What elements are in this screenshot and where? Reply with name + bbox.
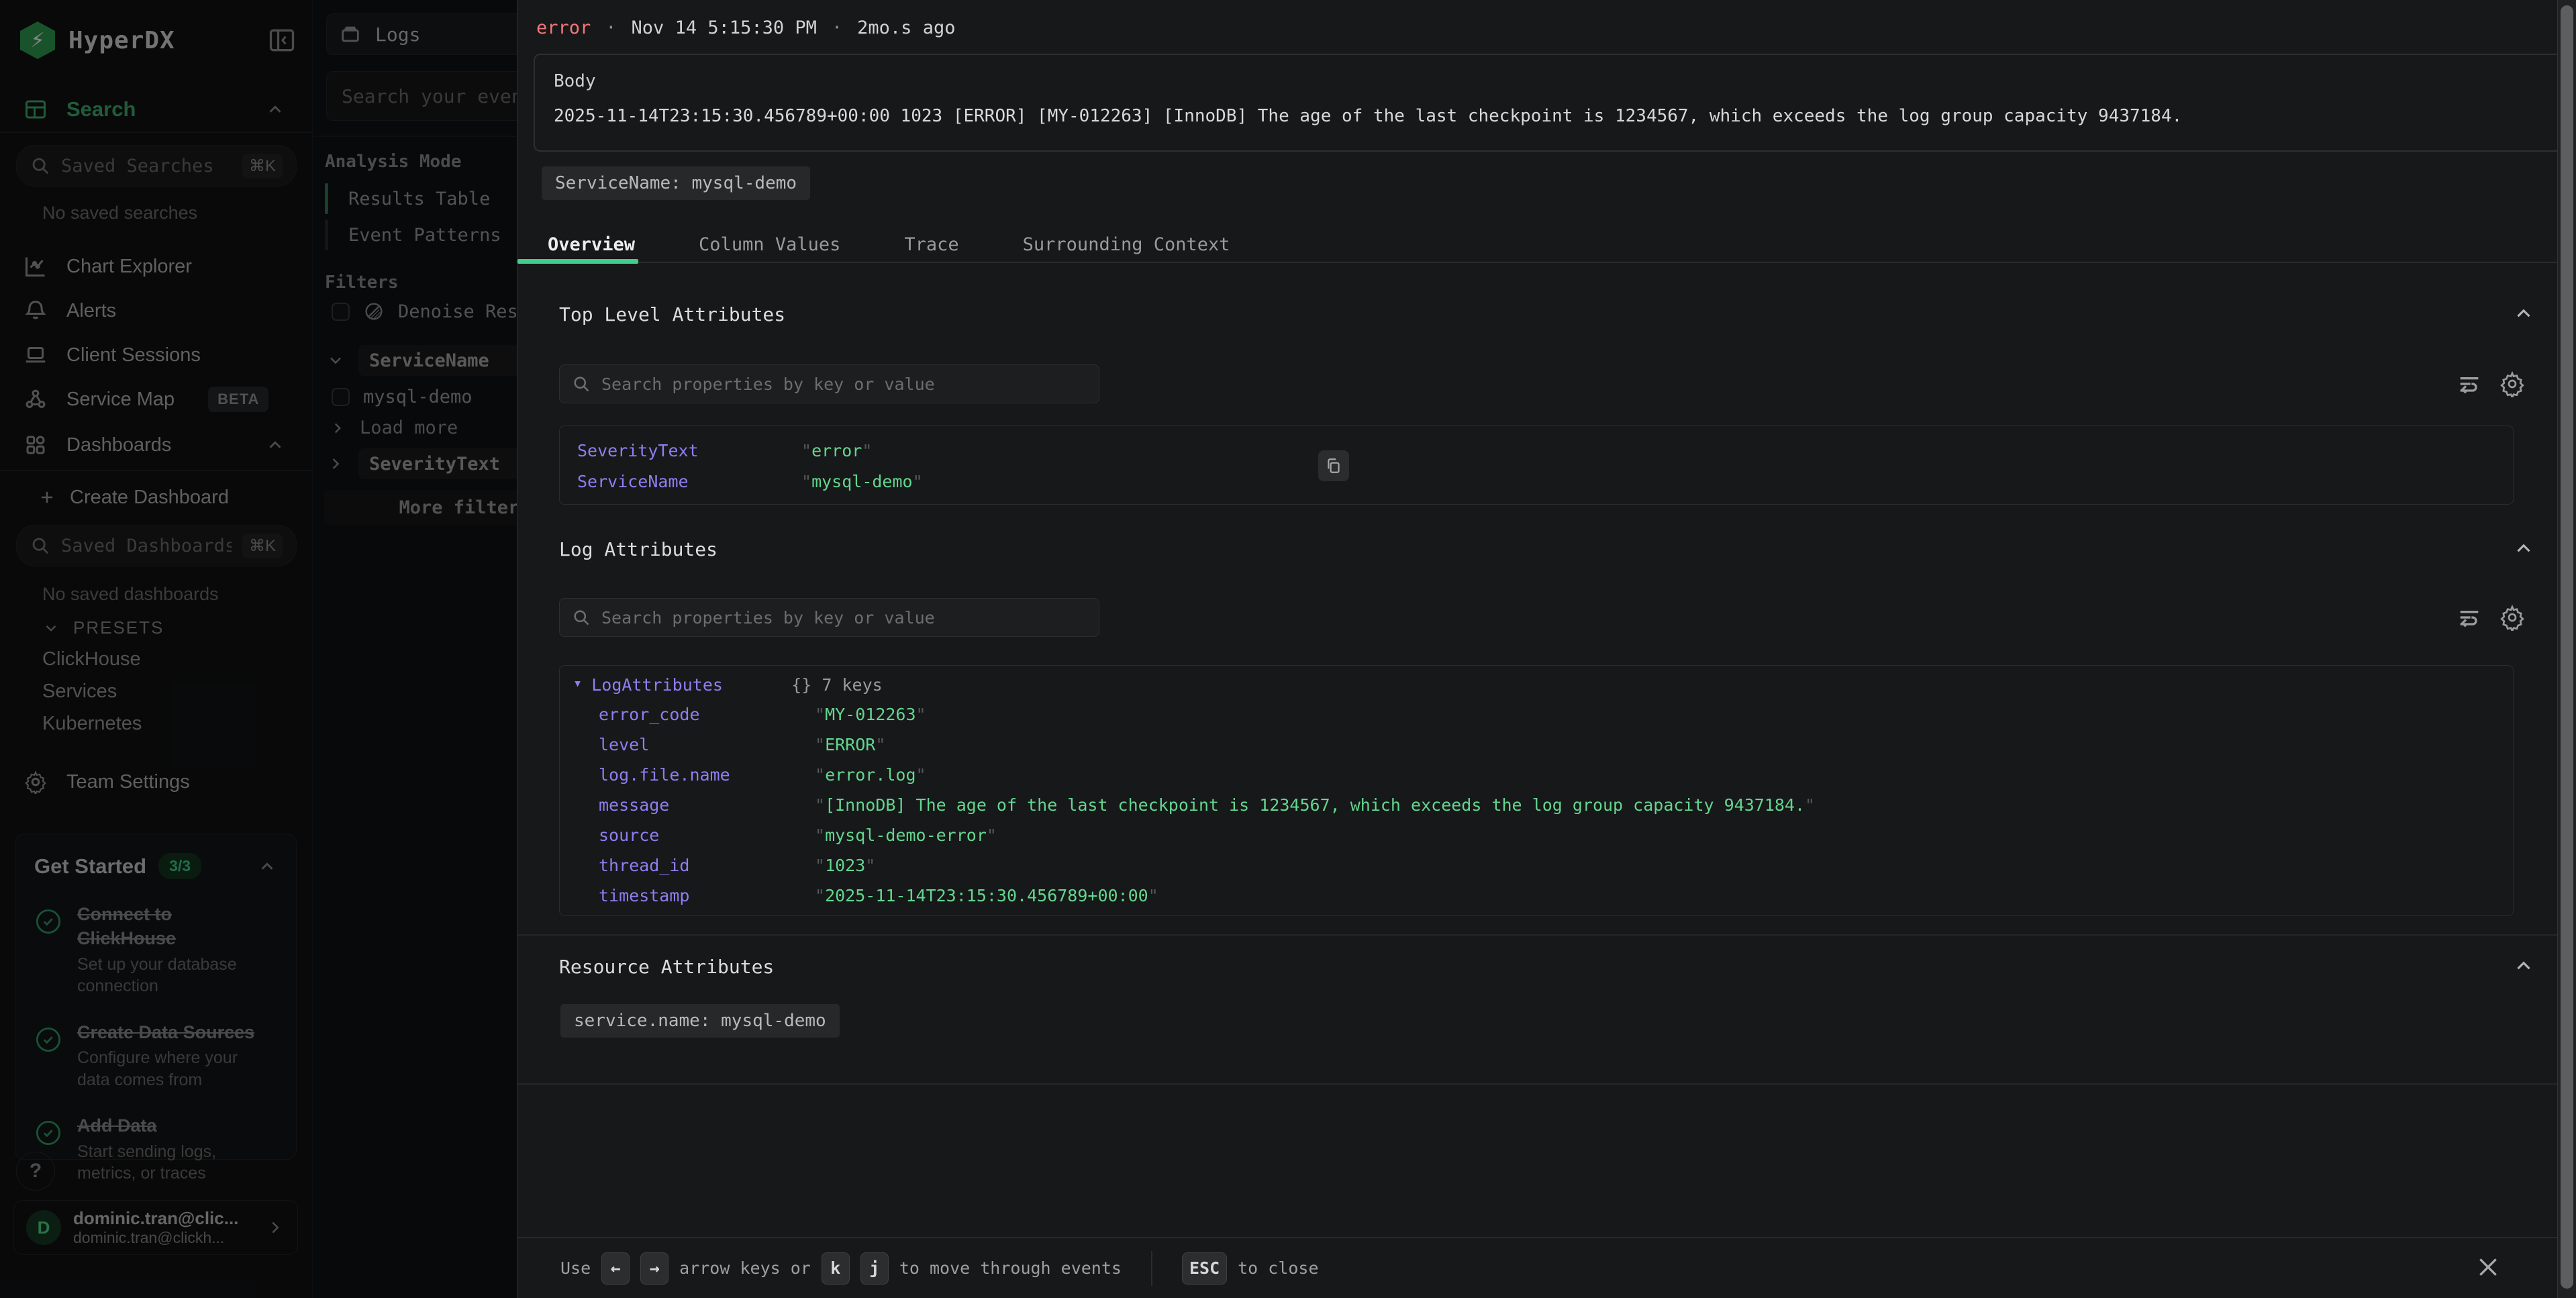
attribute-row[interactable]: level ERROR: [599, 735, 885, 754]
j-key[interactable]: j: [860, 1252, 889, 1285]
top-level-search-input[interactable]: [601, 375, 1087, 394]
event-timestamp: Nov 14 5:15:30 PM: [632, 17, 817, 38]
tab-surrounding-context[interactable]: Surrounding Context: [1023, 234, 1230, 255]
panel-footer: Use ← → arrow keys or k j to move throug…: [517, 1237, 2559, 1298]
attribute-value: mysql-demo: [801, 472, 923, 491]
close-icon[interactable]: [2472, 1251, 2504, 1283]
attribute-row[interactable]: error_code MY-012263: [599, 705, 926, 724]
separator-dot: ·: [605, 17, 616, 38]
attribute-row[interactable]: ServiceName mysql-demo: [577, 472, 923, 491]
event-header: error · Nov 14 5:15:30 PM · 2mo.s ago: [536, 17, 955, 38]
footer-text: to close: [1238, 1258, 1318, 1278]
tree-root-meta: {} 7 keys: [791, 675, 882, 695]
attribute-key: SeverityText: [577, 441, 801, 460]
resource-attribute-tag[interactable]: service.name: mysql-demo: [560, 1004, 840, 1038]
attribute-key: error_code: [599, 705, 815, 724]
event-detail-panel: error · Nov 14 5:15:30 PM · 2mo.s ago Bo…: [517, 0, 2576, 1298]
search-icon: [572, 375, 591, 393]
tab-overview[interactable]: Overview: [548, 234, 635, 255]
divider: [1151, 1251, 1152, 1286]
service-name-tag[interactable]: ServiceName: mysql-demo: [542, 166, 810, 200]
top-level-search[interactable]: [559, 364, 1099, 403]
log-attributes-search[interactable]: [559, 598, 1099, 637]
footer-text: arrow keys or: [679, 1258, 811, 1278]
log-attributes-tree: ▾ LogAttributes {} 7 keys error_code MY-…: [559, 665, 2514, 916]
gear-icon[interactable]: [2499, 604, 2528, 634]
attribute-row[interactable]: SeverityText error: [577, 441, 872, 460]
attribute-key: level: [599, 735, 815, 754]
log-attributes-title: Log Attributes: [559, 538, 717, 560]
attribute-row[interactable]: log.file.name error.log: [599, 765, 926, 785]
detail-tabs: Overview Column Values Trace Surrounding…: [517, 226, 2576, 263]
wrap-lines-icon[interactable]: [2456, 604, 2485, 634]
tree-root-row[interactable]: ▾ LogAttributes {} 7 keys: [573, 675, 883, 695]
attribute-key: log.file.name: [599, 765, 815, 785]
gear-icon[interactable]: [2499, 370, 2528, 400]
attribute-row[interactable]: timestamp 2025-11-14T23:15:30.456789+00:…: [599, 886, 1158, 905]
attribute-row[interactable]: thread_id 1023: [599, 856, 875, 875]
attribute-value: 1023: [815, 856, 875, 875]
attribute-value: error: [801, 441, 872, 460]
divider: [517, 1083, 2559, 1085]
wrap-lines-icon[interactable]: [2456, 370, 2485, 400]
attribute-key: timestamp: [599, 886, 815, 905]
arrow-right-key[interactable]: →: [640, 1252, 668, 1285]
tabs-divider: [517, 262, 2559, 263]
chevron-up-icon[interactable]: [2512, 537, 2535, 560]
attribute-key: source: [599, 826, 815, 845]
chevron-up-icon[interactable]: [2512, 302, 2535, 325]
k-key[interactable]: k: [822, 1252, 850, 1285]
attribute-row[interactable]: source mysql-demo-error: [599, 826, 997, 845]
divider: [517, 934, 2559, 936]
scrollbar[interactable]: [2557, 0, 2576, 1298]
active-tab-indicator: [517, 259, 638, 264]
resource-attributes-title: Resource Attributes: [559, 956, 774, 978]
top-level-attributes-title: Top Level Attributes: [559, 303, 785, 326]
collapse-triangle-icon[interactable]: ▾: [573, 675, 582, 695]
tab-column-values[interactable]: Column Values: [699, 234, 840, 255]
arrow-left-key[interactable]: ←: [601, 1252, 630, 1285]
tab-trace[interactable]: Trace: [904, 234, 958, 255]
attribute-value: error.log: [815, 765, 926, 785]
severity-badge: error: [536, 17, 591, 38]
separator-dot: ·: [832, 17, 842, 38]
attribute-value: ERROR: [815, 735, 885, 754]
footer-text: Use: [560, 1258, 591, 1278]
attribute-value: MY-012263: [815, 705, 926, 724]
log-body-text: 2025-11-14T23:15:30.456789+00:00 1023 [E…: [554, 106, 2182, 126]
footer-text: to move through events: [899, 1258, 1122, 1278]
scrollbar-thumb[interactable]: [2561, 5, 2573, 1289]
copy-icon[interactable]: [1318, 450, 1349, 481]
esc-key[interactable]: ESC: [1182, 1252, 1227, 1285]
top-level-attributes-table: SeverityText error ServiceName mysql-dem…: [559, 426, 2514, 505]
chevron-up-icon[interactable]: [2512, 954, 2535, 977]
hyperdx-app: ⚡ HyperDX Search ⌘K: [0, 0, 2576, 1298]
log-attributes-search-input[interactable]: [601, 608, 1087, 628]
attribute-value: [InnoDB] The age of the last checkpoint …: [815, 795, 1815, 815]
attribute-key: message: [599, 795, 815, 815]
attribute-key: ServiceName: [577, 472, 801, 491]
search-icon: [572, 608, 591, 627]
body-card[interactable]: Body 2025-11-14T23:15:30.456789+00:00 10…: [534, 54, 2576, 152]
body-label: Body: [554, 71, 596, 91]
attribute-value: mysql-demo-error: [815, 826, 997, 845]
attribute-key: thread_id: [599, 856, 815, 875]
tree-root-label: LogAttributes: [591, 675, 791, 695]
attribute-value: 2025-11-14T23:15:30.456789+00:00: [815, 886, 1158, 905]
attribute-row[interactable]: message [InnoDB] The age of the last che…: [599, 795, 1815, 815]
event-age: 2mo.s ago: [857, 17, 955, 38]
